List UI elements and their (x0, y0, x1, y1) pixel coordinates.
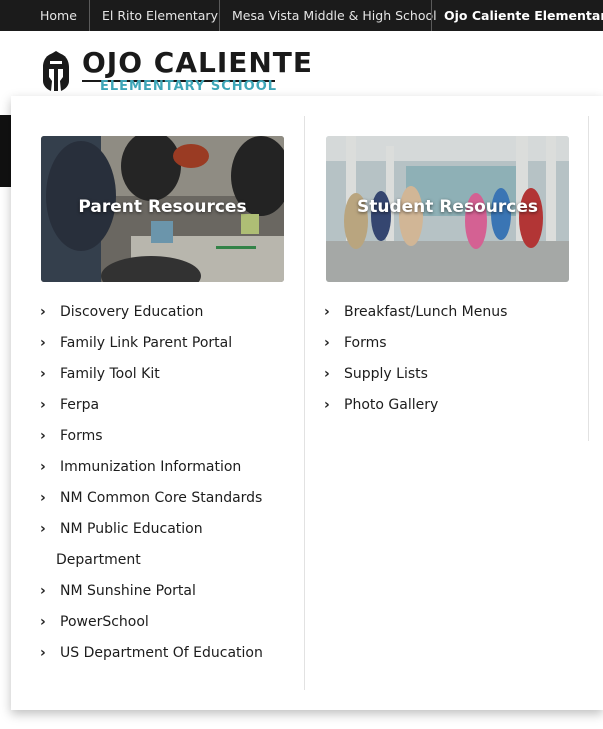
parent-resources-links: › Discovery Education › Family Link Parent… (40, 297, 290, 669)
link-discovery-education[interactable]: Discovery Education (60, 297, 203, 328)
list-item[interactable]: › US Department Of Education (40, 638, 290, 669)
spartan-helmet-icon[interactable] (40, 51, 72, 93)
list-item[interactable]: › Forms (40, 421, 290, 452)
school-name[interactable]: OJO CALIENTE (82, 46, 313, 79)
list-item[interactable]: › NM Sunshine Portal (40, 576, 290, 607)
column-divider (304, 116, 305, 690)
nav-ojo-caliente-elementary[interactable]: Ojo Caliente Elementary (431, 0, 603, 31)
link-powerschool[interactable]: PowerSchool (60, 607, 149, 638)
chevron-right-icon: › (324, 304, 330, 320)
link-photo-gallery[interactable]: Photo Gallery (344, 390, 438, 421)
site-header: OJO CALIENTE ELEMENTARY SCHOOL (0, 31, 603, 103)
student-resources-links: › Breakfast/Lunch Menus › Forms › Supply Li… (324, 297, 574, 421)
list-item[interactable]: › Family Tool Kit (40, 359, 290, 390)
link-supply-lists[interactable]: Supply Lists (344, 359, 428, 390)
column-divider-right (588, 116, 589, 441)
link-us-department-of-education[interactable]: US Department Of Education (60, 638, 263, 669)
list-item[interactable]: › Ferpa (40, 390, 290, 421)
link-family-tool-kit[interactable]: Family Tool Kit (60, 359, 160, 390)
chevron-right-icon: › (40, 490, 46, 506)
parent-resources-card[interactable]: Parent Resources (41, 136, 284, 282)
chevron-right-icon: › (40, 304, 46, 320)
chevron-right-icon: › (40, 583, 46, 599)
chevron-right-icon: › (324, 397, 330, 413)
chevron-right-icon: › (40, 614, 46, 630)
chevron-right-icon: › (40, 335, 46, 351)
list-item[interactable]: › Supply Lists (324, 359, 574, 390)
nav-el-rito-elementary[interactable]: El Rito Elementary (89, 0, 230, 31)
chevron-right-icon: › (40, 459, 46, 475)
chevron-right-icon: › (324, 366, 330, 382)
list-item[interactable]: › Breakfast/Lunch Menus (324, 297, 574, 328)
chevron-right-icon: › (40, 428, 46, 444)
chevron-right-icon: › (40, 521, 46, 537)
top-navigation: Home El Rito Elementary Mesa Vista Middl… (0, 0, 603, 31)
list-item[interactable]: › NM Common Core Standards (40, 483, 290, 514)
link-student-forms[interactable]: Forms (344, 328, 387, 359)
list-item[interactable]: › Photo Gallery (324, 390, 574, 421)
nav-home[interactable]: Home (28, 0, 89, 31)
link-nm-common-core-standards[interactable]: NM Common Core Standards (60, 483, 262, 514)
link-breakfast-lunch-menus[interactable]: Breakfast/Lunch Menus (344, 297, 507, 328)
nav-mesa-vista[interactable]: Mesa Vista Middle & High School (219, 0, 449, 31)
link-nm-sunshine-portal[interactable]: NM Sunshine Portal (60, 576, 196, 607)
chevron-right-icon: › (40, 397, 46, 413)
link-forms[interactable]: Forms (60, 421, 103, 452)
list-item[interactable]: › Discovery Education (40, 297, 290, 328)
list-item[interactable]: › PowerSchool (40, 607, 290, 638)
chevron-right-icon: › (40, 366, 46, 382)
link-family-link-parent-portal[interactable]: Family Link Parent Portal (60, 328, 232, 359)
chevron-right-icon: › (40, 645, 46, 661)
school-subtitle: ELEMENTARY SCHOOL (100, 79, 278, 94)
list-item[interactable]: › Forms (324, 328, 574, 359)
link-nm-public-education-line2[interactable]: Department (56, 545, 141, 576)
link-immunization-information[interactable]: Immunization Information (60, 452, 241, 483)
parent-resources-title[interactable]: Parent Resources (41, 197, 284, 217)
chevron-right-icon: › (324, 335, 330, 351)
student-resources-title[interactable]: Student Resources (326, 197, 569, 217)
student-resources-card[interactable]: Student Resources (326, 136, 569, 282)
list-item[interactable]: › NM Public Education Department (40, 514, 290, 576)
list-item[interactable]: › Immunization Information (40, 452, 290, 483)
link-ferpa[interactable]: Ferpa (60, 390, 99, 421)
list-item[interactable]: › Family Link Parent Portal (40, 328, 290, 359)
link-nm-public-education[interactable]: NM Public Education (60, 514, 203, 545)
